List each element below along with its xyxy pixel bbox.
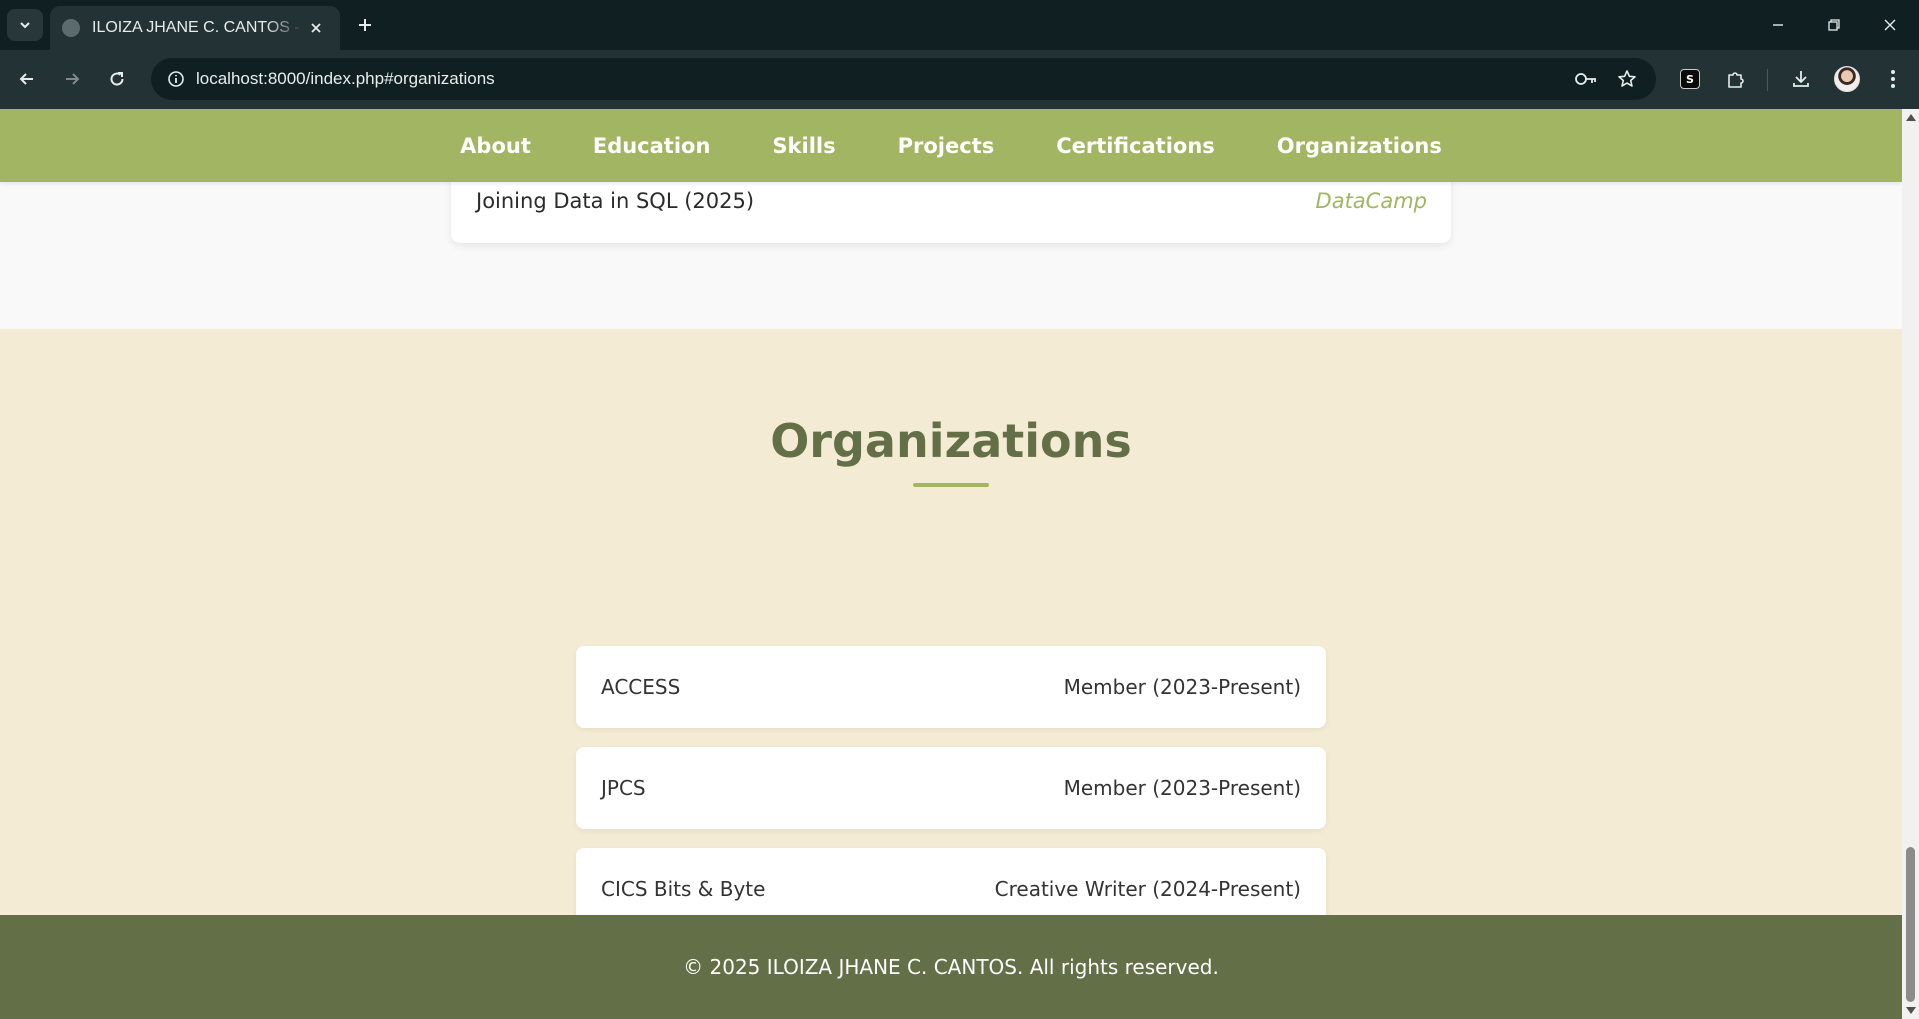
- address-bar[interactable]: localhost:8000/index.php#organizations: [151, 58, 1656, 100]
- scroll-up-arrow-icon[interactable]: [1906, 114, 1916, 121]
- site-nav: About Education Skills Projects Certific…: [0, 109, 1902, 182]
- minimize-button[interactable]: [1750, 0, 1806, 50]
- title-underline: [913, 483, 989, 487]
- chevron-down-icon: [20, 22, 30, 29]
- browser-tab-active[interactable]: ILOIZA JHANE C. CANTOS - Portfolio: [50, 6, 340, 50]
- new-tab-button[interactable]: [350, 10, 380, 40]
- organization-card: JPCS Member (2023-Present): [576, 747, 1326, 829]
- password-key-button[interactable]: [1571, 64, 1601, 94]
- browser-tab-strip: ILOIZA JHANE C. CANTOS - Portfolio: [0, 0, 1919, 50]
- page-footer: © 2025 ILOIZA JHANE C. CANTOS. All right…: [0, 915, 1902, 1019]
- section-title: Organizations: [770, 414, 1132, 468]
- info-icon: [168, 71, 184, 87]
- close-window-button[interactable]: [1862, 0, 1918, 50]
- certification-issuer: DataCamp: [1315, 189, 1427, 213]
- browser-toolbar: localhost:8000/index.php#organizations S: [0, 50, 1919, 109]
- minimize-icon: [1773, 24, 1783, 26]
- downloads-button[interactable]: [1784, 62, 1818, 96]
- page-viewport: About Education Skills Projects Certific…: [0, 109, 1902, 1019]
- avatar: [1834, 66, 1860, 92]
- reload-button[interactable]: [100, 62, 134, 96]
- bookmark-star-button[interactable]: [1612, 64, 1642, 94]
- nav-link-skills[interactable]: Skills: [772, 134, 835, 158]
- certification-name: Joining Data in SQL (2025): [476, 189, 755, 213]
- toolbar-divider: [1767, 69, 1768, 91]
- forward-button[interactable]: [55, 62, 89, 96]
- extension-button[interactable]: S: [1673, 62, 1707, 96]
- page-scrollbar[interactable]: [1902, 109, 1919, 1019]
- restore-button[interactable]: [1806, 0, 1862, 50]
- restore-icon: [1828, 19, 1840, 31]
- download-icon: [1793, 71, 1809, 87]
- scrollbar-thumb[interactable]: [1906, 847, 1915, 1002]
- organization-role: Member (2023-Present): [1063, 776, 1301, 800]
- url-text: localhost:8000/index.php#organizations: [196, 69, 495, 88]
- arrow-left-icon: [19, 73, 33, 85]
- nav-link-projects[interactable]: Projects: [898, 134, 995, 158]
- puzzle-icon: [1728, 72, 1744, 88]
- close-icon: [1884, 19, 1896, 31]
- nav-link-organizations[interactable]: Organizations: [1277, 134, 1442, 158]
- nav-link-education[interactable]: Education: [593, 134, 711, 158]
- back-button[interactable]: [10, 62, 44, 96]
- tab-search-button[interactable]: [7, 9, 43, 41]
- key-icon: [1575, 73, 1596, 85]
- copyright-text: © 2025 ILOIZA JHANE C. CANTOS. All right…: [683, 955, 1219, 979]
- reload-icon: [110, 72, 124, 86]
- scroll-down-arrow-icon[interactable]: [1906, 1007, 1916, 1014]
- arrow-right-icon: [66, 73, 80, 85]
- nav-link-certifications[interactable]: Certifications: [1056, 134, 1215, 158]
- browser-menu-button[interactable]: [1876, 62, 1910, 96]
- close-icon: [311, 23, 321, 33]
- tab-title: ILOIZA JHANE C. CANTOS - Portfolio: [92, 19, 304, 36]
- plus-icon: [359, 19, 371, 31]
- tab-close-button[interactable]: [304, 16, 328, 40]
- extension-badge-icon: S: [1680, 69, 1700, 89]
- extensions-menu-button[interactable]: [1719, 62, 1753, 96]
- organization-card: ACCESS Member (2023-Present): [576, 646, 1326, 728]
- site-info-button[interactable]: [161, 64, 191, 94]
- star-icon: [1618, 70, 1636, 87]
- globe-icon: [62, 19, 80, 37]
- organization-name: ACCESS: [601, 675, 681, 699]
- profile-button[interactable]: [1830, 62, 1864, 96]
- more-vertical-icon: [1891, 70, 1895, 88]
- organizations-section: Organizations ACCESS Member (2023-Presen…: [0, 329, 1902, 930]
- organization-name: JPCS: [601, 776, 646, 800]
- organization-role: Member (2023-Present): [1063, 675, 1301, 699]
- nav-link-about[interactable]: About: [460, 134, 531, 158]
